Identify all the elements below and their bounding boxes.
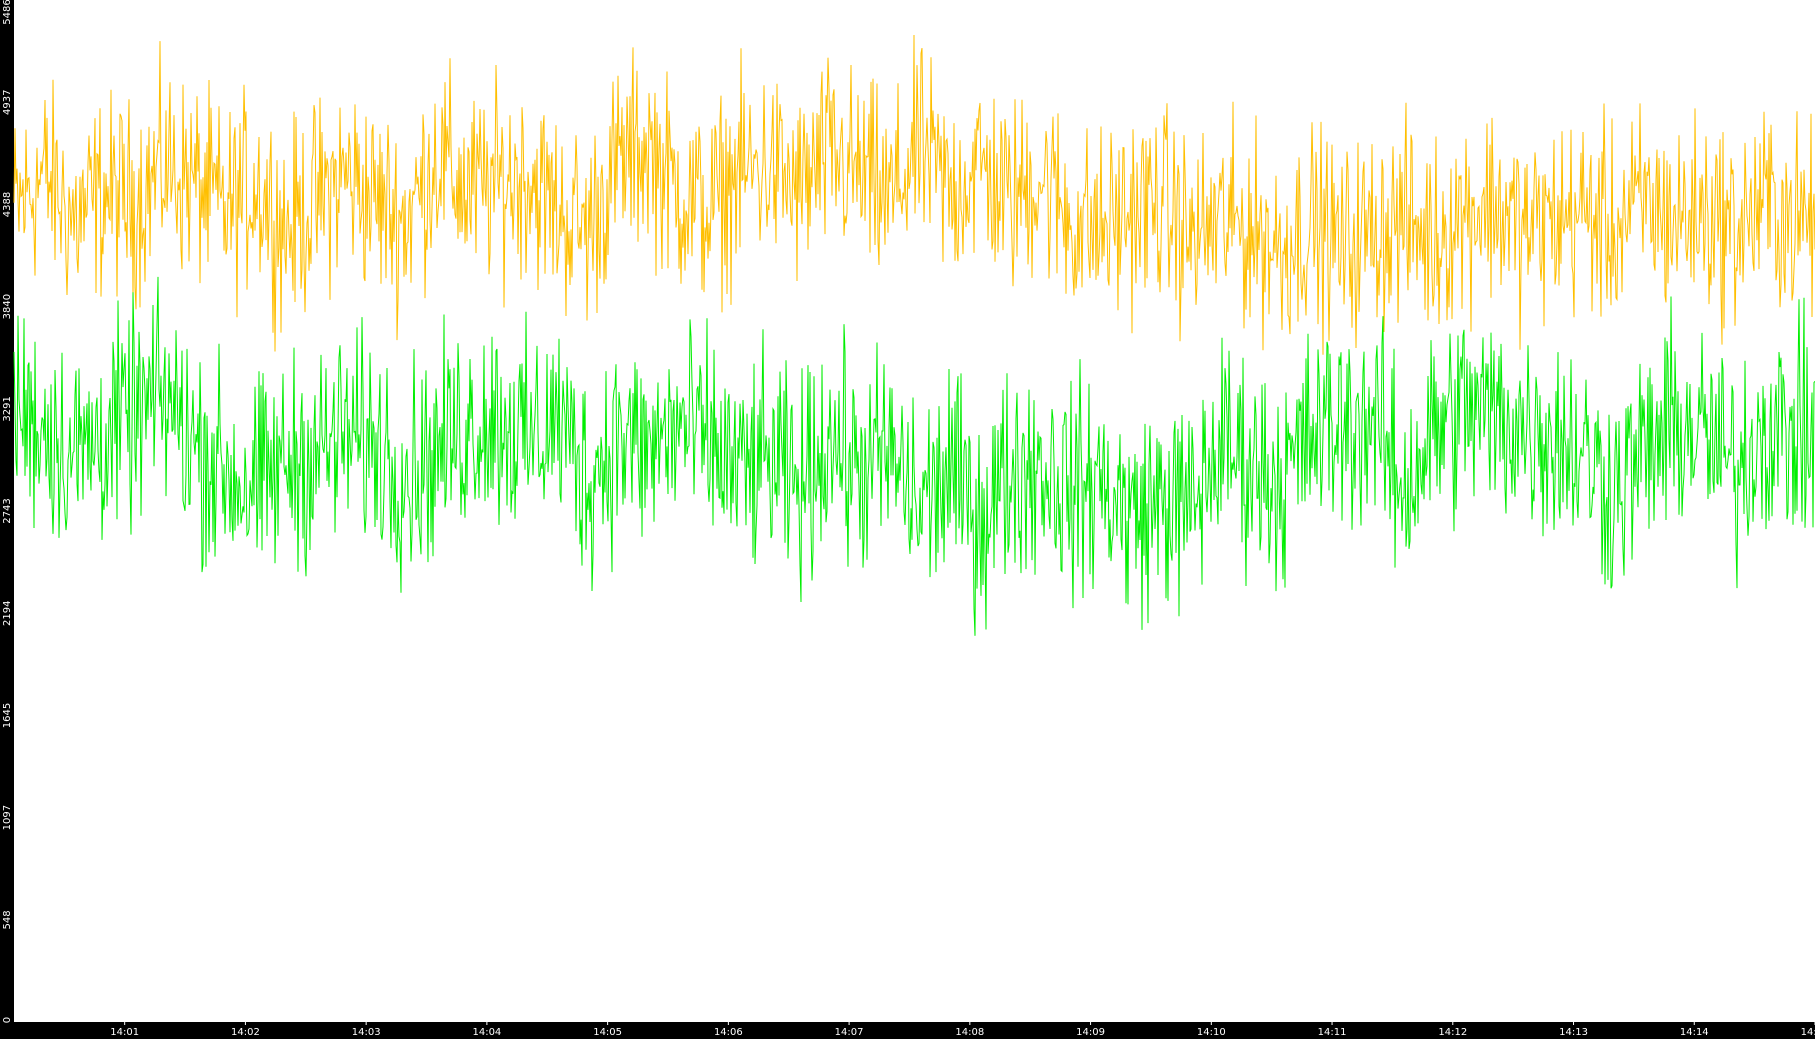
x-tick-label: 14:06 (714, 1027, 743, 1038)
y-tick-label: 4388 (2, 192, 13, 217)
x-tick-label: 14:01 (110, 1027, 139, 1038)
x-tick-label: 14:03 (352, 1027, 381, 1038)
x-tick-label: 14:11 (1318, 1027, 1347, 1038)
series-layer (13, 34, 1815, 636)
series-line-1 (13, 34, 1815, 355)
chart-svg: 0 548 1097 1645 2194 2743 3291 3840 4388 4937 5486… (0, 0, 1815, 1039)
y-tick-label: 3840 (2, 294, 13, 319)
y-tick-label: 3291 (2, 396, 13, 421)
y-tick-label: 4937 (2, 90, 13, 115)
x-tick-label: 14:04 (472, 1027, 501, 1038)
chart: 0 548 1097 1645 2194 2743 3291 3840 4388 4937 5486… (0, 0, 1815, 1039)
x-tick-label: 14:08 (955, 1027, 984, 1038)
x-tick-label: 14:15 (1801, 1027, 1815, 1038)
y-tick-label: 5486 (2, 0, 13, 25)
x-tick-label: 14:14 (1680, 1027, 1709, 1038)
y-tick-label: 1097 (2, 805, 13, 830)
y-tick-label: 2194 (2, 601, 13, 626)
series-line-2 (13, 276, 1815, 636)
x-tick-label: 14:05 (593, 1027, 622, 1038)
x-tick-label: 14:10 (1197, 1027, 1226, 1038)
x-tick-label: 14:07 (835, 1027, 864, 1038)
y-tick-label: 548 (2, 910, 13, 929)
y-tick-label: 2743 (2, 498, 13, 523)
y-tick-label: 0 (2, 1017, 13, 1023)
bottom-axis-bar (0, 1022, 1815, 1039)
y-tick-label: 1645 (2, 703, 13, 728)
x-tick-label: 14:13 (1559, 1027, 1588, 1038)
x-tick-label: 14:02 (231, 1027, 260, 1038)
x-tick-label: 14:12 (1438, 1027, 1467, 1038)
x-tick-label: 14:09 (1076, 1027, 1105, 1038)
